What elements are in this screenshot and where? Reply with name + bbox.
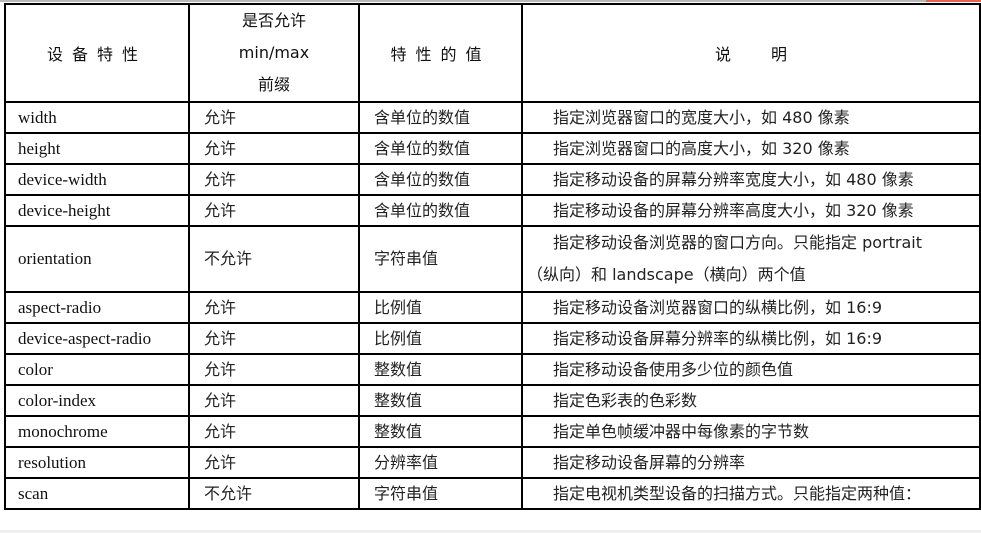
table-row: width 允许 含单位的数值 指定浏览器窗口的宽度大小，如 480 像素 [4, 101, 981, 134]
cell-value: 字符串值 [358, 225, 523, 293]
cell-prefix: 允许 [188, 446, 360, 479]
cell-value: 含单位的数值 [358, 101, 523, 134]
table-row: device-width 允许 含单位的数值 指定移动设备的屏幕分辨率宽度大小，… [4, 163, 981, 196]
cell-prefix: 允许 [188, 353, 360, 386]
cell-description: 指定移动设备使用多少位的颜色值 [521, 353, 981, 386]
cell-value: 整数值 [358, 384, 523, 417]
table-row: color-index 允许 整数值 指定色彩表的色彩数 [4, 384, 981, 417]
cell-feature: aspect-radio [4, 291, 190, 324]
cell-value: 比例值 [358, 322, 523, 355]
header-prefix-line3: 前缀 [257, 75, 290, 94]
table-row: device-aspect-radio 允许 比例值 指定移动设备屏幕分辨率的纵… [4, 322, 981, 355]
table-row: device-height 允许 含单位的数值 指定移动设备的屏幕分辨率高度大小… [4, 194, 981, 227]
cell-description: 指定移动设备浏览器的窗口方向。只能指定 portrait （纵向）和 lands… [521, 225, 981, 293]
cell-value: 字符串值 [358, 477, 523, 510]
cell-value: 整数值 [358, 353, 523, 386]
cell-prefix: 允许 [188, 194, 360, 227]
cell-value: 含单位的数值 [358, 132, 523, 165]
cell-description-line2: （纵向）和 landscape（横向）两个值 [527, 265, 806, 284]
top-rule-accent [926, 0, 981, 2]
table-row: orientation 不允许 字符串值 指定移动设备浏览器的窗口方向。只能指定… [4, 225, 981, 293]
cell-description-line1: 指定移动设备浏览器的窗口方向。只能指定 portrait [553, 233, 922, 252]
cell-description: 指定色彩表的色彩数 [521, 384, 981, 417]
cell-feature: monochrome [4, 415, 190, 448]
table-row: monochrome 允许 整数值 指定单色帧缓冲器中每像素的字节数 [4, 415, 981, 448]
header-description: 说明 [521, 3, 981, 103]
cell-value: 整数值 [358, 415, 523, 448]
media-feature-table: 设备特性 是否允许 min/max 前缀 特性的值 说明 width 允许 含单… [4, 3, 981, 510]
cell-prefix: 允许 [188, 291, 360, 324]
header-prefix-line2: min/max [238, 43, 310, 62]
table-row: scan 不允许 字符串值 指定电视机类型设备的扫描方式。只能指定两种值： [4, 477, 981, 510]
cell-prefix: 允许 [188, 101, 360, 134]
cell-description: 指定浏览器窗口的高度大小，如 320 像素 [521, 132, 981, 165]
header-feature: 设备特性 [4, 3, 190, 103]
table-row: resolution 允许 分辨率值 指定移动设备屏幕的分辨率 [4, 446, 981, 479]
cell-description: 指定浏览器窗口的宽度大小，如 480 像素 [521, 101, 981, 134]
cell-feature: device-width [4, 163, 190, 196]
cell-prefix: 允许 [188, 384, 360, 417]
top-rule [0, 0, 981, 2]
cell-description: 指定移动设备的屏幕分辨率宽度大小，如 480 像素 [521, 163, 981, 196]
cell-description: 指定移动设备浏览器窗口的纵横比例，如 16:9 [521, 291, 981, 324]
cell-feature: resolution [4, 446, 190, 479]
cell-feature: scan [4, 477, 190, 510]
cell-prefix: 不允许 [188, 477, 360, 510]
cell-value: 比例值 [358, 291, 523, 324]
cell-feature: device-height [4, 194, 190, 227]
cell-prefix: 允许 [188, 163, 360, 196]
header-row: 设备特性 是否允许 min/max 前缀 特性的值 说明 [4, 3, 981, 103]
cell-description: 指定单色帧缓冲器中每像素的字节数 [521, 415, 981, 448]
cell-feature: width [4, 101, 190, 134]
cell-feature: color-index [4, 384, 190, 417]
header-description-part1: 说 [714, 45, 731, 64]
header-description-part2: 明 [771, 45, 788, 64]
cell-feature: color [4, 353, 190, 386]
cell-prefix: 不允许 [188, 225, 360, 293]
cell-prefix: 允许 [188, 415, 360, 448]
cell-description: 指定移动设备屏幕分辨率的纵横比例，如 16:9 [521, 322, 981, 355]
cell-feature: device-aspect-radio [4, 322, 190, 355]
header-prefix-line1: 是否允许 [241, 11, 306, 30]
cell-prefix: 允许 [188, 132, 360, 165]
header-prefix: 是否允许 min/max 前缀 [188, 3, 360, 103]
cell-value: 含单位的数值 [358, 194, 523, 227]
cell-prefix: 允许 [188, 322, 360, 355]
table-row: aspect-radio 允许 比例值 指定移动设备浏览器窗口的纵横比例，如 1… [4, 291, 981, 324]
cell-value: 含单位的数值 [358, 163, 523, 196]
cell-description: 指定移动设备屏幕的分辨率 [521, 446, 981, 479]
cell-feature: height [4, 132, 190, 165]
cell-description: 指定电视机类型设备的扫描方式。只能指定两种值： [521, 477, 981, 510]
cell-description: 指定移动设备的屏幕分辨率高度大小，如 320 像素 [521, 194, 981, 227]
cell-feature: orientation [4, 225, 190, 293]
table-row: height 允许 含单位的数值 指定浏览器窗口的高度大小，如 320 像素 [4, 132, 981, 165]
cell-value: 分辨率值 [358, 446, 523, 479]
table-row: color 允许 整数值 指定移动设备使用多少位的颜色值 [4, 353, 981, 386]
header-value: 特性的值 [358, 3, 523, 103]
